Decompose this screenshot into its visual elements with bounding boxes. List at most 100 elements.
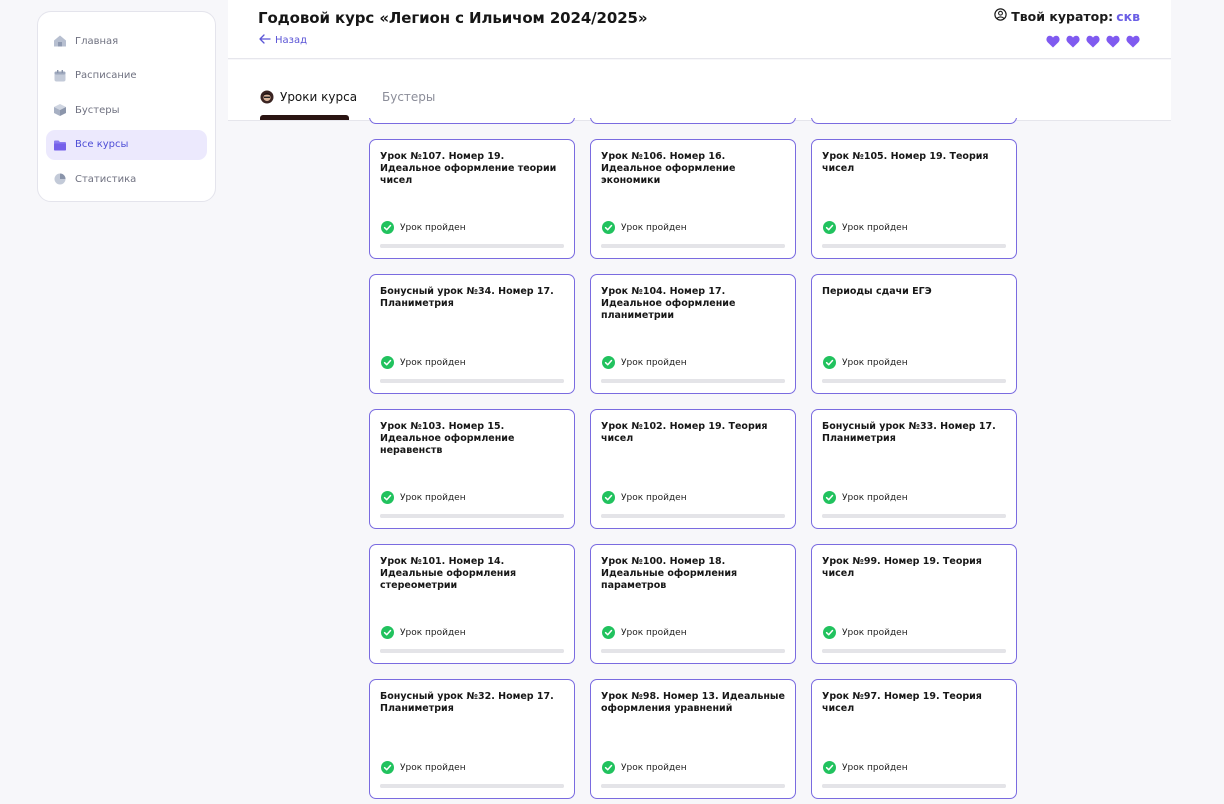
lesson-card[interactable]: Урок №104. Номер 17. Идеальное оформлени… bbox=[590, 274, 796, 394]
tab-boosters[interactable]: Бустеры bbox=[382, 90, 435, 104]
lesson-title: Урок №102. Номер 19. Теория чисел bbox=[601, 421, 768, 444]
check-circle-icon bbox=[602, 221, 615, 234]
lesson-status: Урок пройден bbox=[381, 491, 466, 504]
lesson-progress-fill bbox=[380, 649, 564, 653]
lesson-card[interactable]: Урок №107. Номер 19. Идеальное оформлени… bbox=[369, 139, 575, 259]
lesson-title: Урок №107. Номер 19. Идеальное оформлени… bbox=[380, 151, 557, 186]
back-label: Назад bbox=[275, 35, 308, 46]
sidebar-item-home[interactable]: Главная bbox=[46, 26, 207, 56]
curator-info: Твой куратор: скв bbox=[994, 8, 1140, 24]
lesson-progress-fill bbox=[822, 649, 1006, 653]
lesson-progress-fill bbox=[822, 244, 1006, 248]
lesson-progress-bar bbox=[822, 784, 1006, 788]
lesson-progress-fill bbox=[822, 379, 1006, 383]
check-circle-icon bbox=[823, 491, 836, 504]
status-label: Урок пройден bbox=[621, 492, 687, 503]
lesson-card[interactable]: Бонусный урок №33. Номер 17. Планиметрия… bbox=[811, 409, 1017, 529]
lesson-progress-fill bbox=[601, 244, 785, 248]
sidebar-item-label: Главная bbox=[75, 35, 119, 47]
lesson-progress-bar bbox=[601, 649, 785, 653]
lesson-status: Урок пройден bbox=[602, 761, 687, 774]
check-circle-icon bbox=[823, 221, 836, 234]
sidebar: Главная Расписание Бустеры Все курсы Ста… bbox=[37, 11, 216, 202]
lesson-progress-fill bbox=[601, 649, 785, 653]
lesson-card[interactable]: Урок №99. Номер 19. Теория чисел Урок про… bbox=[811, 544, 1017, 664]
status-label: Урок пройден bbox=[842, 222, 908, 233]
status-label: Урок пройден bbox=[621, 627, 687, 638]
lesson-progress-bar bbox=[601, 244, 785, 248]
status-label: Урок пройден bbox=[842, 762, 908, 773]
lesson-card[interactable]: Урок №102. Номер 19. Теория чисел Урок пр… bbox=[590, 409, 796, 529]
check-circle-icon bbox=[602, 626, 615, 639]
check-circle-icon bbox=[823, 626, 836, 639]
lesson-progress-bar bbox=[380, 649, 564, 653]
lesson-card[interactable]: Урок №100. Номер 18. Идеальные оформлени… bbox=[590, 544, 796, 664]
check-circle-icon bbox=[602, 761, 615, 774]
sidebar-item-label: Статистика bbox=[75, 173, 137, 185]
lesson-card-partial[interactable] bbox=[811, 118, 1017, 124]
lesson-progress-fill bbox=[380, 244, 564, 248]
user-circle-icon bbox=[994, 8, 1011, 24]
lesson-card[interactable]: Урок №101. Номер 14. Идеальные оформлени… bbox=[369, 544, 575, 664]
check-circle-icon bbox=[823, 356, 836, 369]
lesson-card[interactable]: Урок №103. Номер 15. Идеальное оформлени… bbox=[369, 409, 575, 529]
sidebar-item-label: Бустеры bbox=[75, 104, 120, 116]
lesson-status: Урок пройден bbox=[602, 356, 687, 369]
arrow-left-icon bbox=[259, 34, 275, 47]
lesson-card-partial[interactable] bbox=[369, 118, 575, 124]
lesson-progress-fill bbox=[380, 379, 564, 383]
lesson-card[interactable]: Урок №106. Номер 16. Идеальное оформлени… bbox=[590, 139, 796, 259]
sidebar-item-label: Расписание bbox=[75, 70, 137, 81]
lesson-status: Урок пройден bbox=[602, 221, 687, 234]
lesson-progress-fill bbox=[601, 514, 785, 518]
lesson-card[interactable]: Урок №98. Номер 13. Идеальные оформления… bbox=[590, 679, 796, 799]
tab-course-lessons[interactable]: Уроки курса bbox=[260, 90, 357, 104]
page-title: Годовой курс «Легион с Ильичом 2024/2025… bbox=[258, 9, 648, 27]
lesson-status: Урок пройден bbox=[381, 626, 466, 639]
lesson-card[interactable]: Бонусный урок №34. Номер 17. Планиметрия… bbox=[369, 274, 575, 394]
lesson-progress-fill bbox=[601, 379, 785, 383]
lesson-status: Урок пройден bbox=[602, 491, 687, 504]
lesson-card-partial[interactable] bbox=[590, 118, 796, 124]
check-circle-icon bbox=[381, 491, 394, 504]
check-circle-icon bbox=[381, 221, 394, 234]
curator-name-link[interactable]: скв bbox=[1116, 9, 1140, 24]
lesson-status: Урок пройден bbox=[823, 761, 908, 774]
lesson-title: Бонусный урок №34. Номер 17. Планиметрия bbox=[380, 286, 554, 309]
lessons-grid: Урок №107. Номер 19. Идеальное оформлени… bbox=[369, 118, 1019, 804]
lesson-status: Урок пройден bbox=[602, 626, 687, 639]
sidebar-item-all-courses[interactable]: Все курсы bbox=[46, 129, 207, 160]
lesson-card[interactable]: Бонусный урок №32. Номер 17. Планиметрия… bbox=[369, 679, 575, 799]
lesson-progress-fill bbox=[822, 514, 1006, 518]
lesson-row: Урок №103. Номер 15. Идеальное оформлени… bbox=[369, 409, 1019, 529]
lesson-status: Урок пройден bbox=[823, 356, 908, 369]
heart-icon bbox=[1126, 33, 1140, 48]
lesson-card[interactable]: Урок №97. Номер 19. Теория чисел Урок про… bbox=[811, 679, 1017, 799]
lesson-row: Урок №101. Номер 14. Идеальные оформлени… bbox=[369, 544, 1019, 664]
lesson-card[interactable]: Урок №105. Номер 19. Теория чисел Урок пр… bbox=[811, 139, 1017, 259]
status-label: Урок пройден bbox=[621, 222, 687, 233]
lesson-row: Урок №107. Номер 19. Идеальное оформлени… bbox=[369, 139, 1019, 259]
sidebar-item-label: Все курсы bbox=[75, 139, 129, 150]
tabs-bar: Уроки курса Бустеры bbox=[228, 60, 1171, 121]
status-label: Урок пройден bbox=[400, 627, 466, 638]
sidebar-item-statistics[interactable]: Статистика bbox=[46, 164, 207, 194]
lesson-title: Урок №105. Номер 19. Теория чисел bbox=[822, 151, 989, 174]
check-circle-icon bbox=[602, 356, 615, 369]
box-icon bbox=[53, 103, 67, 117]
lesson-progress-fill bbox=[822, 784, 1006, 788]
lesson-title: Урок №101. Номер 14. Идеальные оформлени… bbox=[380, 556, 517, 591]
lesson-title: Бонусный урок №32. Номер 17. Планиметрия bbox=[380, 691, 554, 714]
heart-icon bbox=[1106, 33, 1120, 48]
lesson-card[interactable]: Периоды сдачи ЕГЭ Урок пройден bbox=[811, 274, 1017, 394]
sidebar-item-boosters[interactable]: Бустеры bbox=[46, 95, 207, 125]
lesson-title: Урок №100. Номер 18. Идеальные оформлени… bbox=[601, 556, 738, 591]
lesson-row: Бонусный урок №34. Номер 17. Планиметрия… bbox=[369, 274, 1019, 394]
back-button[interactable]: Назад bbox=[259, 34, 307, 47]
lesson-title: Периоды сдачи ЕГЭ bbox=[822, 286, 932, 297]
lesson-progress-bar bbox=[380, 244, 564, 248]
check-circle-icon bbox=[381, 356, 394, 369]
lesson-progress-fill bbox=[380, 514, 564, 518]
status-label: Урок пройден bbox=[842, 357, 908, 368]
sidebar-item-schedule[interactable]: Расписание bbox=[46, 61, 207, 91]
